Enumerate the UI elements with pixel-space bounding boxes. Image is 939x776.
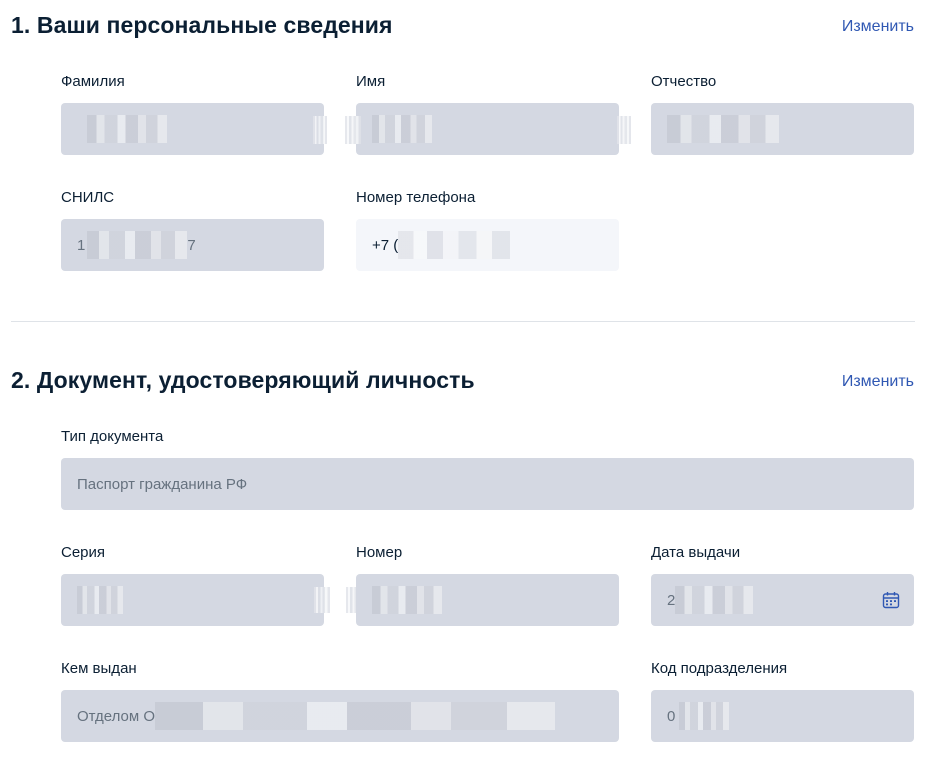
issue-date-redacted: [675, 586, 754, 614]
snils-field[interactable]: 1 7: [61, 219, 324, 271]
division-code-redacted: [679, 702, 730, 730]
redaction-artifact: [313, 116, 327, 144]
document-type-value: Паспорт гражданина РФ: [77, 475, 248, 493]
redaction-artifact: [617, 116, 631, 144]
snils-label: СНИЛС: [61, 189, 115, 206]
number-field[interactable]: [356, 574, 619, 626]
edit-personal-info-link[interactable]: Изменить: [842, 17, 914, 37]
snils-value-start: 1: [77, 236, 86, 254]
phone-field[interactable]: +7 (: [356, 219, 619, 271]
surname-redacted: [87, 115, 167, 143]
phone-redacted: [398, 231, 511, 259]
division-code-label: Код подразделения: [651, 660, 788, 677]
patronymic-label: Отчество: [651, 73, 717, 90]
number-redacted: [372, 586, 442, 614]
issue-date-field[interactable]: 2: [651, 574, 914, 626]
section-divider: [11, 321, 915, 322]
issued-by-redacted: [155, 702, 556, 730]
redaction-artifact: [314, 587, 330, 613]
issue-date-value: 2: [667, 591, 676, 609]
issued-by-field[interactable]: Отделом О: [61, 690, 619, 742]
edit-identity-document-link[interactable]: Изменить: [842, 372, 914, 392]
phone-label: Номер телефона: [356, 189, 476, 206]
series-redacted: [77, 586, 123, 614]
patronymic-field[interactable]: [651, 103, 914, 155]
patronymic-redacted: [667, 115, 779, 143]
redaction-artifact: [345, 116, 361, 144]
name-label: Имя: [356, 73, 386, 90]
issued-by-label: Кем выдан: [61, 660, 137, 677]
snils-value-end: 7: [187, 236, 196, 254]
series-field[interactable]: [61, 574, 324, 626]
name-field[interactable]: [356, 103, 619, 155]
series-label: Серия: [61, 544, 106, 561]
document-type-label: Тип документа: [61, 428, 164, 445]
surname-label: Фамилия: [61, 73, 125, 90]
identity-document-title: 2. Документ, удостоверяющий личность: [11, 367, 475, 393]
document-type-field[interactable]: Паспорт гражданина РФ: [61, 458, 914, 510]
issued-by-value: Отделом О: [77, 707, 156, 725]
application-form: 1. Ваши персональные сведения Изменить Ф…: [0, 0, 939, 776]
personal-info-title: 1. Ваши персональные сведения: [11, 12, 393, 38]
snils-redacted: [87, 231, 188, 259]
phone-value: +7 (: [372, 236, 399, 254]
division-code-field[interactable]: 0: [651, 690, 914, 742]
name-redacted: [372, 115, 432, 143]
number-label: Номер: [356, 544, 403, 561]
division-code-value: 0: [667, 707, 676, 725]
issue-date-label: Дата выдачи: [651, 544, 741, 561]
surname-field[interactable]: [61, 103, 324, 155]
calendar-icon[interactable]: [882, 591, 900, 609]
